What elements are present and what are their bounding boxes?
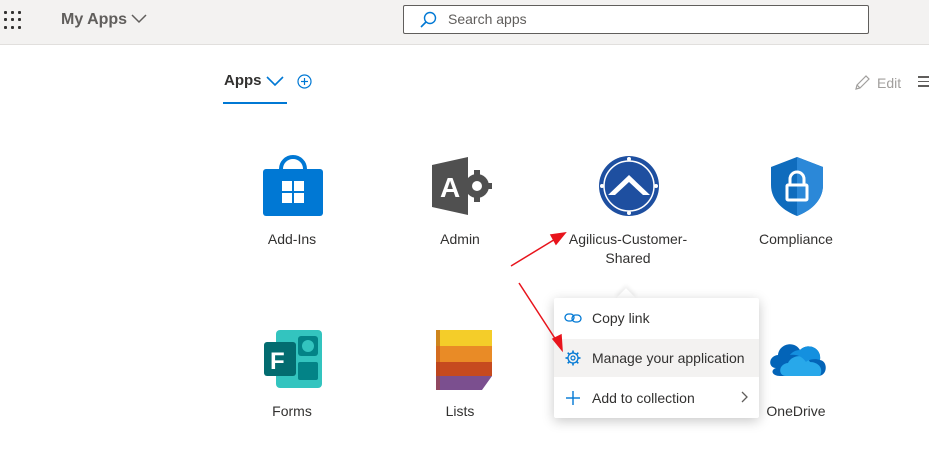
app-label: Lists [445,403,475,419]
app-label: Forms [272,403,312,419]
forms-icon: F [264,330,322,388]
menu-item-copy-link[interactable]: Copy link [554,299,759,337]
chevron-down-icon[interactable] [266,76,284,87]
edit-button[interactable]: Edit [853,74,901,92]
tab-apps[interactable]: Apps [224,72,262,89]
tab-selected-indicator [223,102,287,104]
menu-item-label: Add to collection [592,390,695,406]
app-tile-agilicus-customer-shared[interactable]: Agilicus-Customer-Shared [558,155,698,270]
app-label: Agilicus-Customer-Shared [568,231,688,266]
context-menu: Copy link Manage your application Add to… [554,298,759,418]
lists-icon [436,330,492,390]
menu-item-label: Manage your application [592,350,745,366]
menu-item-label: Copy link [592,310,650,326]
app-tile-admin[interactable]: A Admin [390,155,530,255]
app-tile-add-ins[interactable]: Add-Ins [222,155,362,255]
menu-item-add-to-collection[interactable]: Add to collection [554,379,759,417]
app-title[interactable]: My Apps [61,11,127,29]
app-tile-forms[interactable]: F Forms [222,328,362,423]
edit-label: Edit [877,75,902,91]
admin-gear-icon: A [432,157,492,215]
add-collection-icon[interactable] [297,74,312,89]
app-label: Compliance [759,231,833,247]
top-bar: My Apps [0,0,929,45]
shield-lock-icon [771,157,823,216]
svg-text:F: F [270,348,285,375]
app-label: Admin [440,231,480,247]
store-bag-icon [263,155,323,216]
search-icon [420,11,437,28]
app-label: Add-Ins [267,231,317,247]
search-box[interactable] [403,5,869,34]
plus-icon [566,391,580,405]
link-icon [564,313,582,323]
settings-gear-icon [565,350,581,366]
app-tile-lists[interactable]: Lists [390,328,530,423]
app-launcher-icon[interactable] [4,11,22,29]
cloud-icon [770,344,826,376]
search-input[interactable] [448,9,848,29]
app-tile-compliance[interactable]: Compliance [726,155,866,255]
menu-item-manage-application[interactable]: Manage your application [554,339,759,377]
pencil-icon [855,75,870,90]
chevron-down-icon[interactable] [131,14,147,24]
svg-text:A: A [440,172,460,203]
list-view-icon[interactable] [918,76,929,90]
agilicus-logo-icon [599,156,659,216]
chevron-right-icon [741,391,748,403]
